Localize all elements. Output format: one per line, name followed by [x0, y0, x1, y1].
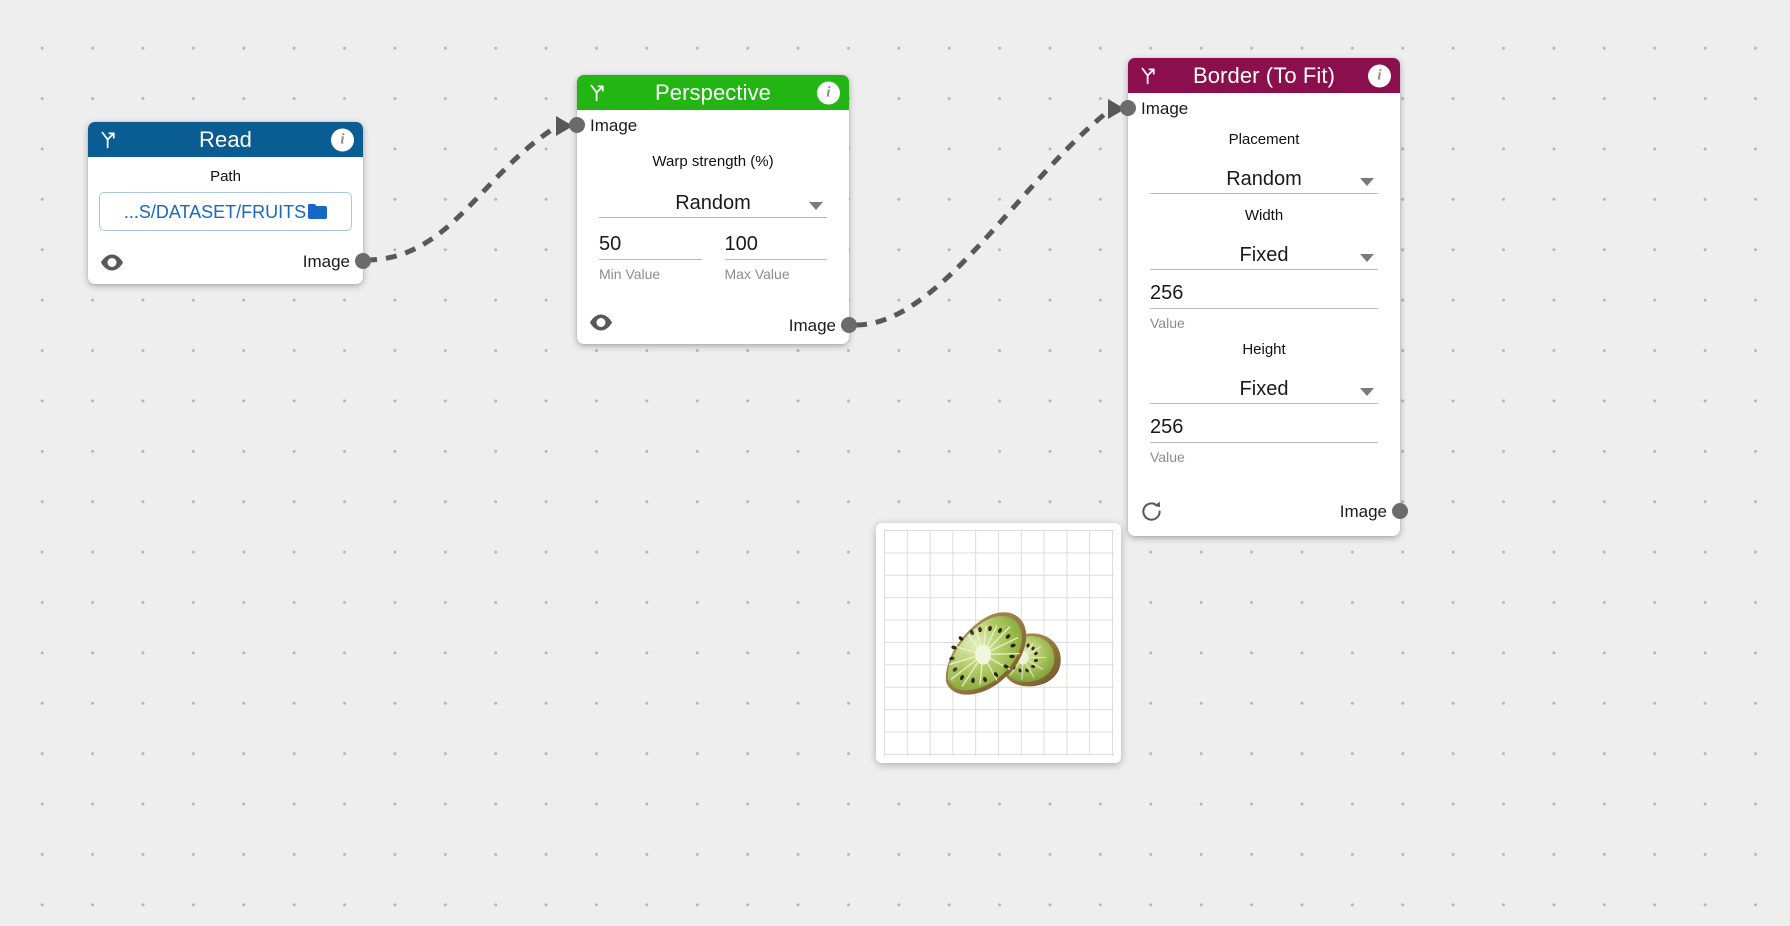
node-perspective-header[interactable]: Perspective i: [577, 75, 849, 110]
path-label: Path: [210, 168, 241, 185]
placement-select[interactable]: Random: [1150, 159, 1378, 194]
min-value-group: 50 Min Value: [599, 234, 702, 281]
node-graph-canvas[interactable]: Read i Path ...S/DATASET/FRUITS Image Pe…: [0, 0, 1790, 926]
image-preview-card[interactable]: [876, 523, 1121, 763]
node-border-title: Border (To Fit): [1192, 62, 1336, 88]
chevron-down-icon[interactable]: [1360, 254, 1374, 262]
min-max-row: 50 Min Value 100 Max Value: [599, 234, 827, 281]
port-dot[interactable]: [355, 253, 371, 269]
output-port-label: Image: [1339, 501, 1387, 521]
width-value-input[interactable]: 256: [1150, 283, 1378, 309]
chevron-down-icon[interactable]: [809, 202, 823, 210]
max-value-helper: Max Value: [724, 266, 790, 282]
min-value-input[interactable]: 50: [599, 234, 702, 260]
output-port-image[interactable]: Image: [1340, 502, 1408, 520]
eye-icon[interactable]: [100, 254, 124, 276]
output-port-image[interactable]: Image: [789, 316, 857, 334]
port-dot[interactable]: [569, 117, 585, 133]
min-value-helper: Min Value: [599, 266, 661, 282]
node-read[interactable]: Read i Path ...S/DATASET/FRUITS Image: [88, 122, 371, 284]
edge-read-to-perspective: [365, 124, 558, 263]
node-perspective-title: Perspective: [654, 79, 772, 105]
path-value: ...S/DATASET/FRUITS: [123, 201, 307, 222]
node-read-title: Read: [199, 126, 252, 152]
max-value-input[interactable]: 100: [724, 234, 827, 260]
input-port-image[interactable]: Image: [1120, 99, 1188, 117]
height-value-helper: Value: [1150, 449, 1185, 465]
warp-mode-select[interactable]: Random: [599, 183, 827, 218]
kiwi-slices-image: [945, 611, 1061, 695]
node-perspective[interactable]: Perspective i Image Warp strength (%) Ra…: [569, 75, 857, 344]
width-mode-value: Fixed: [1239, 244, 1289, 266]
height-mode-value: Fixed: [1239, 378, 1289, 400]
input-port-label: Image: [590, 115, 638, 135]
input-port-label: Image: [1141, 98, 1189, 118]
width-mode-select[interactable]: Fixed: [1150, 235, 1378, 270]
branch-icon: [1137, 65, 1159, 87]
path-input[interactable]: ...S/DATASET/FRUITS: [99, 192, 352, 231]
port-dot[interactable]: [841, 317, 857, 333]
width-label: Width: [1244, 207, 1284, 224]
chevron-down-icon[interactable]: [1360, 178, 1374, 186]
chevron-down-icon[interactable]: [1360, 388, 1374, 396]
info-icon[interactable]: i: [817, 81, 840, 104]
info-icon[interactable]: i: [331, 128, 354, 151]
output-port-label: Image: [302, 251, 350, 271]
height-value-input[interactable]: 256: [1150, 417, 1378, 443]
input-port-image[interactable]: Image: [569, 116, 637, 134]
info-icon[interactable]: i: [1368, 64, 1391, 87]
branch-icon: [97, 129, 119, 151]
eye-icon[interactable]: [589, 314, 613, 336]
placement-label: Placement: [1228, 131, 1300, 148]
branch-icon: [586, 82, 608, 104]
output-port-label: Image: [788, 315, 836, 335]
max-value-group: 100 Max Value: [724, 234, 827, 282]
port-dot[interactable]: [1120, 100, 1136, 116]
warp-mode-value: Random: [675, 192, 751, 214]
warp-strength-label: Warp strength (%): [652, 153, 774, 170]
height-label: Height: [1242, 341, 1286, 358]
port-dot[interactable]: [1392, 503, 1408, 519]
refresh-icon[interactable]: [1140, 500, 1163, 528]
preview-image-canvas: [883, 530, 1114, 756]
height-mode-select[interactable]: Fixed: [1150, 369, 1378, 404]
output-port-image[interactable]: Image: [303, 252, 371, 270]
folder-icon[interactable]: [308, 204, 328, 219]
node-read-header[interactable]: Read i: [88, 122, 363, 157]
node-border[interactable]: Border (To Fit) i Image Placement Random…: [1120, 58, 1408, 536]
placement-value: Random: [1226, 168, 1302, 190]
width-value-helper: Value: [1150, 315, 1185, 331]
edge-perspective-to-border: [855, 108, 1112, 328]
node-border-header[interactable]: Border (To Fit) i: [1128, 58, 1400, 93]
